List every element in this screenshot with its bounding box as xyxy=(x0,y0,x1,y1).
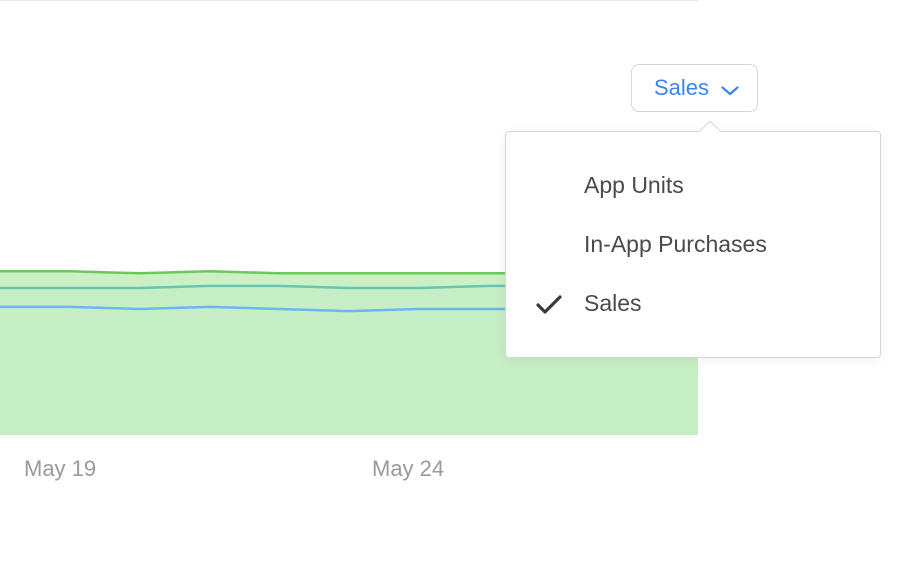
metric-dropdown-selected: Sales xyxy=(654,75,709,101)
x-axis: May 19 May 24 xyxy=(0,456,698,486)
checkmark-icon xyxy=(536,294,562,314)
metric-dropdown-panel: App Units In-App Purchases Sales xyxy=(505,131,881,358)
dropdown-option-label: In-App Purchases xyxy=(584,231,767,257)
dropdown-option-label: Sales xyxy=(584,290,642,316)
dropdown-option-label: App Units xyxy=(584,172,684,198)
dropdown-option-sales[interactable]: Sales xyxy=(506,274,880,333)
chevron-down-icon xyxy=(721,83,739,93)
x-tick-label: May 24 xyxy=(372,456,444,482)
chart-gridline xyxy=(0,0,698,1)
metric-dropdown-trigger[interactable]: Sales xyxy=(631,64,758,112)
x-tick-label: May 19 xyxy=(24,456,96,482)
dropdown-caret-icon xyxy=(698,121,720,132)
dropdown-option-app-units[interactable]: App Units xyxy=(506,156,880,215)
dropdown-option-in-app-purchases[interactable]: In-App Purchases xyxy=(506,215,880,274)
